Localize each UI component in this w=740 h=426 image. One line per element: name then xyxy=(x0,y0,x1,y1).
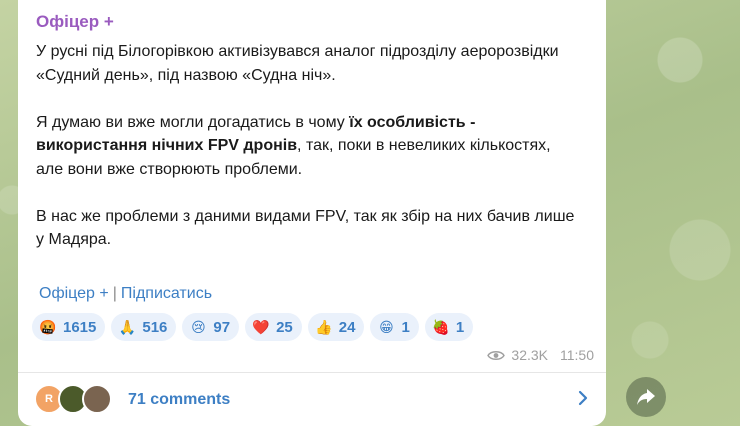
crying-face-icon: 😢 xyxy=(191,319,206,335)
view-count: 32.3K xyxy=(511,347,548,363)
reaction-count: 516 xyxy=(142,318,168,336)
comments-bar[interactable]: R 71 comments xyxy=(18,373,606,426)
paragraph-3: В нас же проблеми з даними видами FPV, т… xyxy=(36,207,575,249)
author-name[interactable]: Офіцер + xyxy=(36,12,114,32)
signature-separator: | xyxy=(112,285,117,302)
reaction-count: 25 xyxy=(276,318,293,336)
angry-face-icon: 🤬 xyxy=(39,319,57,335)
reaction-count: 1 xyxy=(455,318,465,336)
reaction-count: 1 xyxy=(401,318,410,336)
author-suffix: + xyxy=(103,12,114,31)
paragraph-2-start: Я думаю ви вже могли догадатись в чому xyxy=(36,113,350,131)
reaction-angry[interactable]: 🤬 1615 xyxy=(32,313,106,341)
chevron-right-icon[interactable] xyxy=(578,390,588,406)
reaction-count: 1615 xyxy=(63,318,97,336)
subscribe-link[interactable]: Підписатись xyxy=(121,285,212,302)
heart-icon: ❤️ xyxy=(252,319,270,335)
reaction-grin[interactable]: 😁 1 xyxy=(370,313,419,341)
praying-hands-icon: 🙏 xyxy=(118,319,137,335)
channel-link[interactable]: Офіцер + xyxy=(39,285,109,302)
reaction-pray[interactable]: 🙏 516 xyxy=(111,313,177,341)
reactions-bar: 🤬 1615 🙏 516 😢 97 ❤️ 25 👍 24 😁 1 🍓 1 xyxy=(32,313,474,341)
message-time: 11:50 xyxy=(560,347,594,363)
reaction-count: 97 xyxy=(213,318,231,336)
signature: Офіцер + | Підписатись xyxy=(39,285,212,303)
paragraph-2: Я думаю ви вже могли догадатись в чому ї… xyxy=(36,111,581,182)
comments-count[interactable]: 71 comments xyxy=(128,391,230,409)
reaction-heart[interactable]: ❤️ 25 xyxy=(245,313,302,341)
message-meta: 32.3K 11:50 xyxy=(487,347,594,363)
message-text: У русні під Білогорівкою активізувався а… xyxy=(36,40,581,275)
reaction-count: 24 xyxy=(338,318,356,336)
reaction-strawberry[interactable]: 🍓 1 xyxy=(424,313,474,341)
reaction-thumbs-up[interactable]: 👍 24 xyxy=(307,313,365,341)
share-button[interactable] xyxy=(626,377,666,417)
commenter-avatars: R xyxy=(34,383,124,416)
strawberry-icon: 🍓 xyxy=(432,319,450,335)
reaction-cry[interactable]: 😢 97 xyxy=(182,313,240,341)
paragraph-1: У русні під Білогорівкою активізувався а… xyxy=(36,43,559,84)
share-icon xyxy=(637,389,655,405)
grinning-face-icon: 😁 xyxy=(379,319,394,335)
author-name-text: Офіцер xyxy=(36,12,100,31)
thumbs-up-icon: 👍 xyxy=(315,319,333,335)
eye-icon xyxy=(487,350,506,360)
avatar xyxy=(82,383,112,414)
